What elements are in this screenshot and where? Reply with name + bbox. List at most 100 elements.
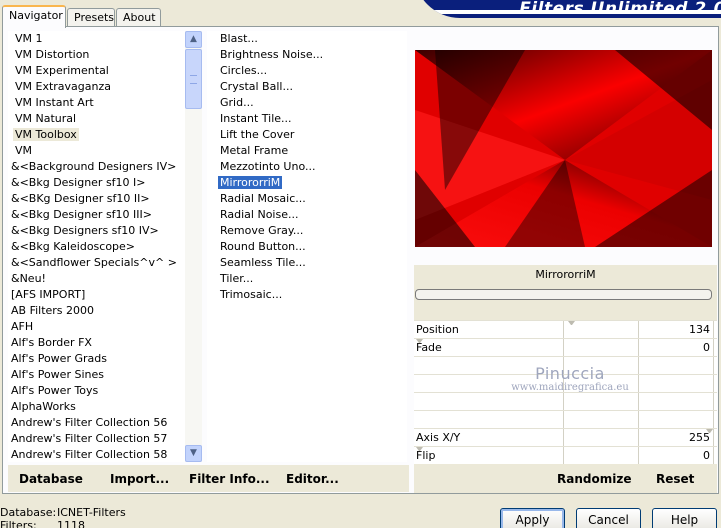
filter-item[interactable]: Radial Mosaic...: [207, 191, 407, 207]
filter-group-item[interactable]: VM Natural: [8, 111, 201, 127]
filter-item[interactable]: Blast...: [207, 31, 407, 47]
scroll-down-button[interactable]: ▼: [185, 445, 202, 462]
filter-label: Round Button...: [220, 240, 306, 253]
apply-button[interactable]: Apply: [500, 508, 565, 528]
filter-group-label: Andrew's Filter Collection 56: [11, 416, 168, 429]
app-title: Filters Unlimited 2.0: [519, 0, 721, 18]
filter-group-item[interactable]: Alf's Power Sines: [8, 367, 201, 383]
filters-count-label: Filters:: [0, 519, 37, 528]
filter-item[interactable]: Round Button...: [207, 239, 407, 255]
filter-label: Tiler...: [220, 272, 254, 285]
filter-group-item[interactable]: &<Bkg Designer sf10 III>: [8, 207, 201, 223]
slider-track: [489, 429, 719, 446]
filter-item[interactable]: Circles...: [207, 63, 407, 79]
filter-group-label: Alf's Power Sines: [11, 368, 104, 381]
slider-track: [489, 321, 719, 338]
filter-group-label: Alf's Power Toys: [11, 384, 99, 397]
filter-label: MirrororriM: [218, 176, 283, 189]
help-button[interactable]: Help: [652, 508, 717, 528]
filter-group-item[interactable]: VM Extravaganza: [8, 79, 201, 95]
filter-group-item[interactable]: &<Bkg Kaleidoscope>: [8, 239, 201, 255]
filter-item[interactable]: Mezzotinto Uno...: [207, 159, 407, 175]
filter-item[interactable]: Tiler...: [207, 271, 407, 287]
parameter-slider[interactable]: Flip 0: [414, 446, 719, 464]
filter-group-item[interactable]: Andrew's Filter Collection 58: [8, 447, 201, 462]
filter-group-item[interactable]: VM: [8, 143, 201, 159]
filter-group-item[interactable]: &<Bkg Designer sf10 I>: [8, 175, 201, 191]
import-button[interactable]: Import...: [110, 472, 169, 486]
filter-label: Crystal Ball...: [220, 80, 293, 93]
parameter-slider[interactable]: [414, 392, 719, 410]
filter-group-item[interactable]: AlphaWorks: [8, 399, 201, 415]
filter-list[interactable]: Blast... Brightness Noise... Circles... Cry…: [207, 31, 407, 462]
slider-marker[interactable]: [568, 321, 576, 325]
watermark-url: www.maidiregrafica.eu: [511, 382, 629, 393]
tab-presets[interactable]: Presets: [67, 8, 115, 27]
filter-group-item[interactable]: VM 1: [8, 31, 201, 47]
parameter-slider[interactable]: [414, 410, 719, 428]
filter-item[interactable]: Instant Tile...: [207, 111, 407, 127]
parameter-value: 255: [689, 431, 710, 444]
filter-group-label: &<Bkg Designer sf10 III>: [11, 208, 153, 221]
filter-group-item[interactable]: &Neu!: [8, 271, 201, 287]
filter-group-label: &<Sandflower Specials^v^ >: [11, 256, 177, 269]
reset-button[interactable]: Reset: [656, 472, 694, 486]
slider-track: [489, 339, 719, 356]
filter-label: Lift the Cover: [220, 128, 295, 141]
filter-group-label: Andrew's Filter Collection 58: [11, 448, 168, 461]
filter-item[interactable]: Remove Gray...: [207, 223, 407, 239]
filter-group-item[interactable]: VM Instant Art: [8, 95, 201, 111]
tab-about[interactable]: About: [116, 8, 161, 27]
filter-group-item[interactable]: &<BKg Designer sf10 II>: [8, 191, 201, 207]
database-button[interactable]: Database: [19, 472, 83, 486]
filter-item[interactable]: Seamless Tile...: [207, 255, 407, 271]
scroll-thumb[interactable]: [185, 49, 202, 109]
filter-item[interactable]: MirrororriM: [207, 175, 407, 191]
parameter-slider[interactable]: Position 134: [414, 320, 719, 338]
filter-group-label: VM Natural: [15, 112, 77, 125]
filter-info-button[interactable]: Filter Info...: [189, 472, 270, 486]
filter-group-label: &<Bkg Kaleidoscope>: [11, 240, 136, 253]
filter-group-item[interactable]: VM Distortion: [8, 47, 201, 63]
filter-group-label: &<Bkg Designer sf10 I>: [11, 176, 146, 189]
filter-group-item[interactable]: Alf's Power Grads: [8, 351, 201, 367]
filter-group-item[interactable]: Alf's Power Toys: [8, 383, 201, 399]
filter-group-item[interactable]: Andrew's Filter Collection 56: [8, 415, 201, 431]
filter-item[interactable]: Brightness Noise...: [207, 47, 407, 63]
parameter-label: Position: [416, 323, 459, 336]
filter-group-item[interactable]: AB Filters 2000: [8, 303, 201, 319]
filter-item[interactable]: Trimosaic...: [207, 287, 407, 303]
parameter-value: 0: [703, 449, 710, 462]
scroll-up-button[interactable]: ▲: [185, 31, 202, 48]
filter-group-item[interactable]: &<Sandflower Specials^v^ >: [8, 255, 201, 271]
filter-item[interactable]: Crystal Ball...: [207, 79, 407, 95]
parameter-slider[interactable]: Fade 0: [414, 338, 719, 356]
randomize-button[interactable]: Randomize: [557, 472, 631, 486]
filter-group-item[interactable]: VM Experimental: [8, 63, 201, 79]
filter-group-item[interactable]: Alf's Border FX: [8, 335, 201, 351]
parameter-value: 134: [689, 323, 710, 336]
filter-group-label: AFH: [11, 320, 34, 333]
filter-group-list[interactable]: VM 1 VM Distortion VM Experimental VM Extra…: [8, 31, 201, 462]
filter-group-item[interactable]: [AFS IMPORT]: [8, 287, 201, 303]
filter-group-item[interactable]: AFH: [8, 319, 201, 335]
slider-track: [489, 411, 719, 428]
filter-group-label: VM 1: [15, 32, 43, 45]
tab-navigator[interactable]: Navigator: [2, 5, 66, 28]
filter-group-item[interactable]: VM Toolbox: [8, 127, 201, 143]
filter-group-item[interactable]: &<Bkg Designers sf10 IV>: [8, 223, 201, 239]
cancel-button[interactable]: Cancel: [576, 508, 641, 528]
editor-button[interactable]: Editor...: [286, 472, 339, 486]
filter-item[interactable]: Grid...: [207, 95, 407, 111]
filter-group-label: VM Experimental: [15, 64, 109, 77]
filter-label: Instant Tile...: [220, 112, 292, 125]
filter-item[interactable]: Radial Noise...: [207, 207, 407, 223]
filter-item[interactable]: Lift the Cover: [207, 127, 407, 143]
filter-group-label: &Neu!: [11, 272, 46, 285]
group-list-scrollbar[interactable]: ▲ ▼: [185, 31, 202, 462]
filter-group-item[interactable]: &<Background Designers IV>: [8, 159, 201, 175]
database-status-value: ICNET-Filters: [57, 506, 126, 519]
parameter-slider[interactable]: Axis X/Y 255: [414, 428, 719, 446]
filter-group-item[interactable]: Andrew's Filter Collection 57: [8, 431, 201, 447]
filter-item[interactable]: Metal Frame: [207, 143, 407, 159]
